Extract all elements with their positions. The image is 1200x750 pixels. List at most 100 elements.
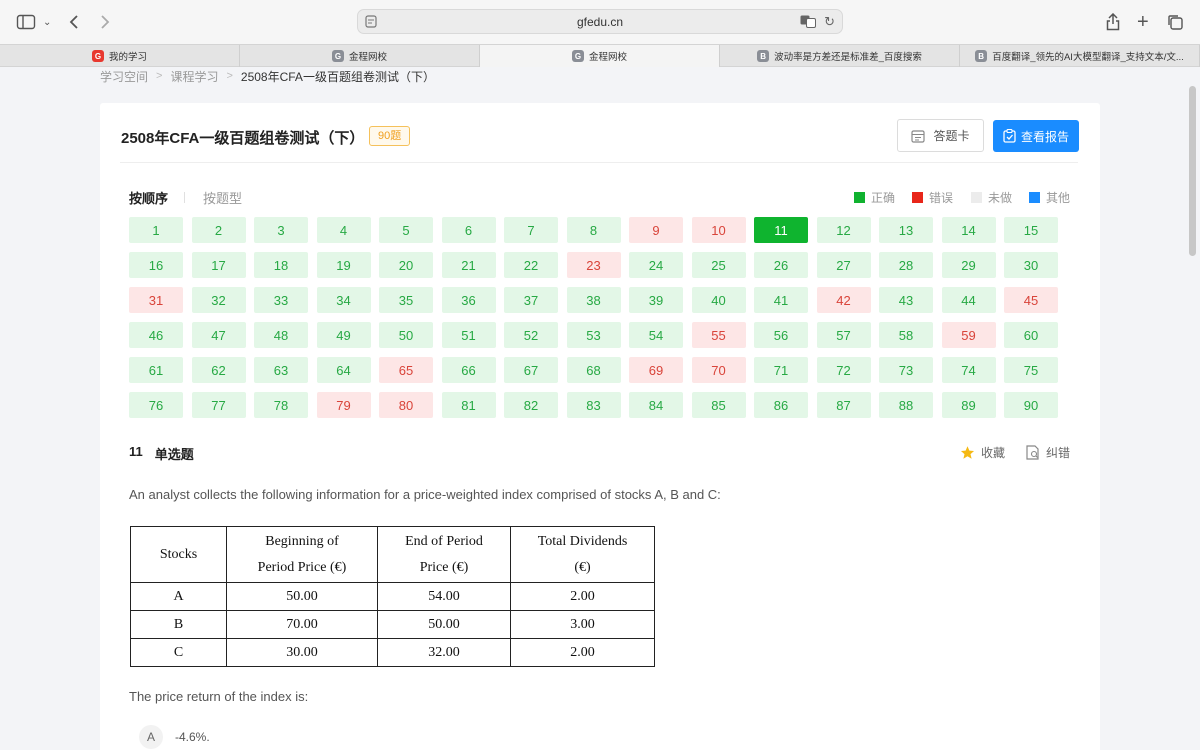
breadcrumb-study-space[interactable]: 学习空间 <box>100 68 148 85</box>
new-tab-icon[interactable]: + <box>1137 11 1149 33</box>
question-cell-80[interactable]: 80 <box>379 392 433 418</box>
question-cell-39[interactable]: 39 <box>629 287 683 313</box>
question-cell-71[interactable]: 71 <box>754 357 808 383</box>
question-cell-81[interactable]: 81 <box>441 392 496 418</box>
question-cell-61[interactable]: 61 <box>129 357 183 383</box>
question-cell-24[interactable]: 24 <box>629 252 683 278</box>
question-cell-13[interactable]: 13 <box>879 217 933 243</box>
option-a[interactable]: A -4.6%. <box>139 725 210 749</box>
answer-sheet-button[interactable]: 答题卡 <box>897 119 984 152</box>
address-bar[interactable]: gfedu.cn ↻ <box>357 9 843 34</box>
question-cell-34[interactable]: 34 <box>316 287 371 313</box>
question-cell-58[interactable]: 58 <box>879 322 933 348</box>
question-cell-9[interactable]: 9 <box>629 217 683 243</box>
question-cell-35[interactable]: 35 <box>379 287 433 313</box>
question-cell-7[interactable]: 7 <box>504 217 558 243</box>
question-cell-68[interactable]: 68 <box>566 357 621 383</box>
translate-icon[interactable] <box>800 15 816 31</box>
question-cell-50[interactable]: 50 <box>379 322 433 348</box>
question-cell-16[interactable]: 16 <box>129 252 183 278</box>
sidebar-toggle-icon[interactable] <box>16 12 36 32</box>
question-cell-77[interactable]: 77 <box>191 392 246 418</box>
question-cell-67[interactable]: 67 <box>504 357 558 383</box>
question-cell-5[interactable]: 5 <box>379 217 433 243</box>
question-cell-73[interactable]: 73 <box>879 357 933 383</box>
back-icon[interactable] <box>68 12 80 32</box>
question-cell-28[interactable]: 28 <box>879 252 933 278</box>
question-cell-31[interactable]: 31 <box>129 287 183 313</box>
question-cell-46[interactable]: 46 <box>129 322 183 348</box>
question-cell-62[interactable]: 62 <box>191 357 246 383</box>
question-cell-89[interactable]: 89 <box>941 392 996 418</box>
question-cell-10[interactable]: 10 <box>691 217 746 243</box>
question-cell-48[interactable]: 48 <box>254 322 308 348</box>
question-cell-86[interactable]: 86 <box>754 392 808 418</box>
tab-2[interactable]: G 金程网校 <box>240 45 480 67</box>
question-cell-70[interactable]: 70 <box>691 357 746 383</box>
question-cell-23[interactable]: 23 <box>566 252 621 278</box>
question-cell-90[interactable]: 90 <box>1004 392 1058 418</box>
question-cell-74[interactable]: 74 <box>941 357 996 383</box>
question-cell-6[interactable]: 6 <box>441 217 496 243</box>
question-cell-30[interactable]: 30 <box>1004 252 1058 278</box>
question-cell-59[interactable]: 59 <box>941 322 996 348</box>
question-cell-79[interactable]: 79 <box>316 392 371 418</box>
question-cell-15[interactable]: 15 <box>1004 217 1058 243</box>
tab-1[interactable]: G 我的学习 <box>0 45 240 67</box>
question-cell-40[interactable]: 40 <box>691 287 746 313</box>
question-cell-37[interactable]: 37 <box>504 287 558 313</box>
tab-4[interactable]: B 波动率是方差还是标准差_百度搜索 <box>720 45 960 67</box>
question-cell-45[interactable]: 45 <box>1004 287 1058 313</box>
question-cell-38[interactable]: 38 <box>566 287 621 313</box>
question-cell-57[interactable]: 57 <box>816 322 871 348</box>
question-cell-2[interactable]: 2 <box>191 217 246 243</box>
question-cell-18[interactable]: 18 <box>254 252 308 278</box>
question-cell-44[interactable]: 44 <box>941 287 996 313</box>
question-cell-1[interactable]: 1 <box>129 217 183 243</box>
question-cell-55[interactable]: 55 <box>691 322 746 348</box>
question-cell-36[interactable]: 36 <box>441 287 496 313</box>
question-cell-88[interactable]: 88 <box>879 392 933 418</box>
question-cell-14[interactable]: 14 <box>941 217 996 243</box>
question-cell-22[interactable]: 22 <box>504 252 558 278</box>
question-cell-65[interactable]: 65 <box>379 357 433 383</box>
page-scrollbar[interactable] <box>1189 86 1196 256</box>
chevron-down-icon[interactable]: ⌄ <box>43 12 51 32</box>
reload-icon[interactable]: ↻ <box>824 14 835 30</box>
question-cell-29[interactable]: 29 <box>941 252 996 278</box>
favorite-button[interactable]: 收藏 <box>960 444 1005 461</box>
question-cell-72[interactable]: 72 <box>816 357 871 383</box>
question-cell-82[interactable]: 82 <box>504 392 558 418</box>
question-cell-11[interactable]: 11 <box>754 217 808 243</box>
question-cell-25[interactable]: 25 <box>691 252 746 278</box>
question-cell-66[interactable]: 66 <box>441 357 496 383</box>
question-cell-4[interactable]: 4 <box>316 217 371 243</box>
question-cell-52[interactable]: 52 <box>504 322 558 348</box>
question-cell-64[interactable]: 64 <box>316 357 371 383</box>
share-icon[interactable] <box>1106 12 1120 32</box>
question-cell-19[interactable]: 19 <box>316 252 371 278</box>
tab-overview-icon[interactable] <box>1167 12 1183 32</box>
question-cell-54[interactable]: 54 <box>629 322 683 348</box>
question-cell-75[interactable]: 75 <box>1004 357 1058 383</box>
question-cell-8[interactable]: 8 <box>566 217 621 243</box>
question-cell-69[interactable]: 69 <box>629 357 683 383</box>
question-cell-32[interactable]: 32 <box>191 287 246 313</box>
tab-by-order[interactable]: 按顺序 <box>129 188 168 207</box>
question-cell-76[interactable]: 76 <box>129 392 183 418</box>
report-error-button[interactable]: 纠错 <box>1025 444 1070 461</box>
question-cell-53[interactable]: 53 <box>566 322 621 348</box>
tab-3[interactable]: G 金程网校 <box>480 45 720 67</box>
question-cell-56[interactable]: 56 <box>754 322 808 348</box>
forward-icon[interactable] <box>99 12 111 32</box>
question-cell-21[interactable]: 21 <box>441 252 496 278</box>
question-cell-87[interactable]: 87 <box>816 392 871 418</box>
question-cell-12[interactable]: 12 <box>816 217 871 243</box>
question-cell-27[interactable]: 27 <box>816 252 871 278</box>
question-cell-26[interactable]: 26 <box>754 252 808 278</box>
question-cell-85[interactable]: 85 <box>691 392 746 418</box>
question-cell-47[interactable]: 47 <box>191 322 246 348</box>
question-cell-49[interactable]: 49 <box>316 322 371 348</box>
question-cell-63[interactable]: 63 <box>254 357 308 383</box>
question-cell-41[interactable]: 41 <box>754 287 808 313</box>
